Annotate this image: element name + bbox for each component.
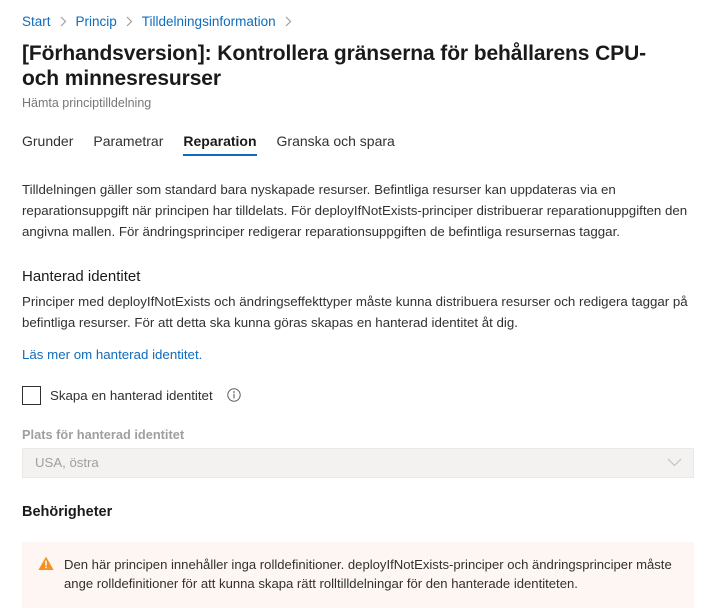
managed-identity-description: Principer med deployIfNotExists och ändr… bbox=[22, 294, 688, 330]
managed-identity-location-value: USA, östra bbox=[35, 455, 99, 471]
permissions-heading: Behörigheter bbox=[22, 503, 113, 520]
create-managed-identity-label[interactable]: Skapa en hanterad identitet bbox=[50, 388, 213, 403]
warning-triangle-icon bbox=[38, 556, 54, 571]
title-block: [Förhandsversion]: Kontrollera gränserna… bbox=[0, 32, 717, 110]
chevron-right-icon bbox=[126, 16, 133, 27]
info-circle-icon[interactable] bbox=[226, 388, 241, 402]
policy-assignment-page: Start Princip Tilldelningsinformation [F… bbox=[0, 0, 717, 608]
chevron-down-icon bbox=[667, 458, 682, 467]
permissions-warning-text: Den här principen innehåller inga rollde… bbox=[64, 556, 672, 592]
chevron-right-icon bbox=[60, 16, 67, 27]
tab-grunder[interactable]: Grunder bbox=[22, 134, 83, 156]
breadcrumb-item-princip[interactable]: Princip bbox=[76, 14, 117, 29]
tab-granska-och-spara[interactable]: Granska och spara bbox=[267, 134, 405, 156]
managed-identity-location-label: Plats för hanterad identitet bbox=[22, 426, 185, 442]
page-title: [Förhandsversion]: Kontrollera gränserna… bbox=[22, 42, 647, 91]
permissions-warning-banner: Den här principen innehåller inga rollde… bbox=[22, 541, 694, 608]
tab-parametrar[interactable]: Parametrar bbox=[83, 134, 173, 156]
learn-more-managed-identity-link[interactable]: Läs mer om hanterad identitet. bbox=[22, 347, 695, 362]
chevron-right-icon bbox=[285, 16, 292, 27]
tab-bar: Grunder Parametrar Reparation Granska oc… bbox=[0, 124, 717, 157]
tab-panel-reparation: Tilldelningen gäller som standard bara n… bbox=[0, 180, 717, 608]
page-subtitle: Hämta principtilldelning bbox=[22, 96, 152, 111]
breadcrumb-item-start[interactable]: Start bbox=[22, 14, 51, 29]
tab-reparation[interactable]: Reparation bbox=[173, 134, 266, 157]
create-managed-identity-checkbox[interactable] bbox=[22, 385, 41, 405]
managed-identity-location-select[interactable]: USA, östra bbox=[22, 447, 694, 478]
create-managed-identity-row: Skapa en hanterad identitet bbox=[22, 385, 695, 405]
managed-identity-heading: Hanterad identitet bbox=[22, 268, 141, 286]
permissions-warning-wrapper: Den här principen innehåller inga rollde… bbox=[22, 541, 694, 608]
breadcrumb-item-tilldelningsinformation[interactable]: Tilldelningsinformation bbox=[142, 14, 276, 29]
breadcrumb: Start Princip Tilldelningsinformation bbox=[0, 0, 717, 32]
intro-paragraph: Tilldelningen gäller som standard bara n… bbox=[22, 182, 688, 239]
